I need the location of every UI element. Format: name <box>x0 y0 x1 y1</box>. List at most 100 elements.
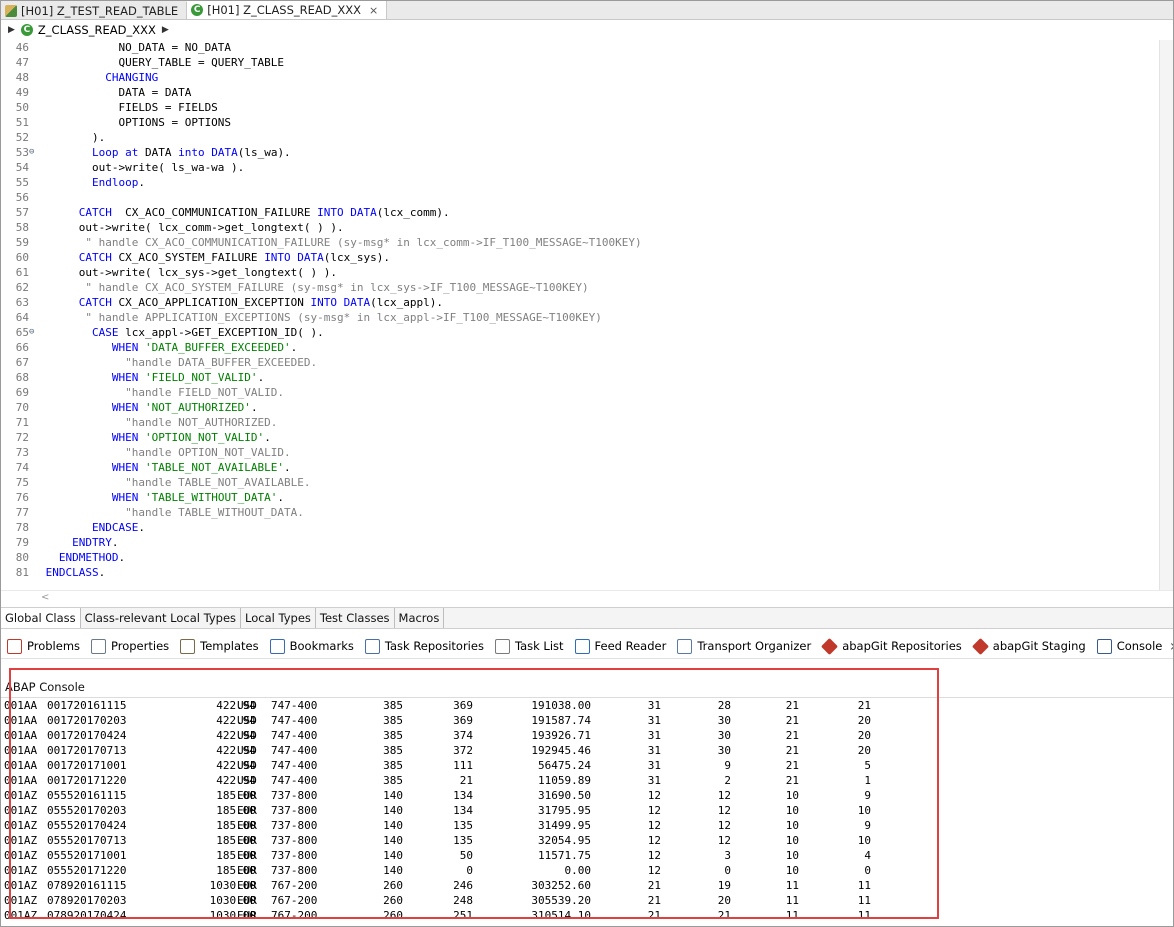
view-tab-task-repositories[interactable]: Task Repositories <box>359 634 489 658</box>
view-tab-properties[interactable]: Properties <box>85 634 174 658</box>
line-number: 57 <box>15 206 29 219</box>
code-line[interactable]: 77 "handle TABLE_WITHOUT_DATA. <box>1 505 642 520</box>
console-cell: 31 <box>647 744 661 757</box>
code-line[interactable]: 48 CHANGING <box>1 70 642 85</box>
line-number: 54 <box>15 161 29 174</box>
code-line[interactable]: 60 CATCH CX_ACO_SYSTEM_FAILURE INTO DATA… <box>1 250 642 265</box>
code-line[interactable]: 69 "handle FIELD_NOT_VALID. <box>1 385 642 400</box>
console-cell: 10 <box>785 789 799 802</box>
code-line[interactable]: 76 WHEN 'TABLE_WITHOUT_DATA'. <box>1 490 642 505</box>
console-cell: 10 <box>785 864 799 877</box>
code-line[interactable]: 49 DATA = DATA <box>1 85 642 100</box>
code-line[interactable]: 58 out->write( lcx_comm->get_longtext( )… <box>1 220 642 235</box>
console-cell: 50 <box>459 849 473 862</box>
console-cell: 0 <box>724 864 731 877</box>
vertical-scrollbar[interactable] <box>1159 40 1173 590</box>
code-line[interactable]: 80 ENDMETHOD. <box>1 550 642 565</box>
code-line[interactable]: 54 out->write( ls_wa-wa ). <box>1 160 642 175</box>
console-cell: 140 <box>383 849 403 862</box>
fold-gutter <box>29 370 39 385</box>
view-tab-task-list[interactable]: Task List <box>489 634 569 658</box>
view-tab-feed-reader[interactable]: Feed Reader <box>569 634 672 658</box>
code-line[interactable]: 57 CATCH CX_ACO_COMMUNICATION_FAILURE IN… <box>1 205 642 220</box>
close-icon[interactable]: ⨯ <box>369 4 378 17</box>
code-line[interactable]: 56 <box>1 190 642 205</box>
console-cell: 10 <box>785 804 799 817</box>
code-line[interactable]: 66 WHEN 'DATA_BUFFER_EXCEEDED'. <box>1 340 642 355</box>
fold-gutter <box>29 130 39 145</box>
breadcrumb-class-name[interactable]: Z_CLASS_READ_XXX <box>38 23 156 37</box>
code-lines[interactable]: 46 NO_DATA = NO_DATA 47 QUERY_TABLE = QUE… <box>1 40 642 580</box>
code-line[interactable]: 51 OPTIONS = OPTIONS <box>1 115 642 130</box>
tab-class-relevant-local-types[interactable]: Class-relevant Local Types <box>81 608 242 628</box>
console-cell: 21 <box>785 774 799 787</box>
code-line[interactable]: 75 "handle TABLE_NOT_AVAILABLE. <box>1 475 642 490</box>
code-line[interactable]: 67 "handle DATA_BUFFER_EXCEEDED. <box>1 355 642 370</box>
console-cell: 11 <box>785 879 799 892</box>
view-tab-transport-organizer[interactable]: Transport Organizer <box>671 634 816 658</box>
code-line[interactable]: 68 WHEN 'FIELD_NOT_VALID'. <box>1 370 642 385</box>
console-cell: 0 <box>864 864 871 877</box>
line-number: 48 <box>15 71 29 84</box>
view-tab-abapgit-staging[interactable]: abapGit Staging <box>967 634 1091 658</box>
code-line[interactable]: 63 CATCH CX_ACO_APPLICATION_EXCEPTION IN… <box>1 295 642 310</box>
code-line[interactable]: 52 ). <box>1 130 642 145</box>
chevron-right-icon[interactable]: ▶ <box>162 25 169 35</box>
view-tab-problems[interactable]: Problems <box>1 634 85 658</box>
code-token: . <box>284 461 291 474</box>
fold-toggle-icon[interactable]: ⊖ <box>29 325 39 340</box>
line-number: 68 <box>15 371 29 384</box>
templates-icon <box>180 638 196 654</box>
code-line[interactable]: 74 WHEN 'TABLE_NOT_AVAILABLE'. <box>1 460 642 475</box>
code-line[interactable]: 59 " handle CX_ACO_COMMUNICATION_FAILURE… <box>1 235 642 250</box>
code-line[interactable]: 65 ⊖ CASE lcx_appl->GET_EXCEPTION_ID( ). <box>1 325 642 340</box>
abap-console-output[interactable]: 001AA 001720161115 422.94 USD 747-400 385 369 1… <box>1 697 1173 926</box>
tab-global-class[interactable]: Global Class <box>1 608 81 628</box>
code-line[interactable]: 78 ENDCASE. <box>1 520 642 535</box>
code-text: WHEN 'TABLE_WITHOUT_DATA'. <box>39 490 284 505</box>
view-tab-abapgit-repositories[interactable]: abapGit Repositories <box>816 634 967 658</box>
code-line[interactable]: 72 WHEN 'OPTION_NOT_VALID'. <box>1 430 642 445</box>
code-line[interactable]: 55 Endloop. <box>1 175 642 190</box>
code-line[interactable]: 70 WHEN 'NOT_AUTHORIZED'. <box>1 400 642 415</box>
code-line[interactable]: 81 ENDCLASS. <box>1 565 642 580</box>
console-cell: 12 <box>647 864 661 877</box>
code-editor[interactable]: 46 NO_DATA = NO_DATA 47 QUERY_TABLE = QUE… <box>1 40 1159 590</box>
scroll-left-icon[interactable]: < <box>41 592 49 603</box>
view-tab-templates[interactable]: Templates <box>174 634 263 658</box>
code-token: OPTIONS = OPTIONS <box>39 116 232 129</box>
code-line[interactable]: 53 ⊖ Loop at DATA into DATA(ls_wa). <box>1 145 642 160</box>
horizontal-scrollbar[interactable]: < <box>1 590 1173 607</box>
code-line[interactable]: 71 "handle NOT_AUTHORIZED. <box>1 415 642 430</box>
code-line[interactable]: 46 NO_DATA = NO_DATA <box>1 40 642 55</box>
console-cell: 055520171220 <box>47 864 127 877</box>
editor-tab[interactable]: C [H01] Z_CLASS_READ_XXX ⨯ <box>187 1 388 19</box>
code-line[interactable]: 79 ENDTRY. <box>1 535 642 550</box>
code-line[interactable]: 62 " handle CX_ACO_SYSTEM_FAILURE (sy-ms… <box>1 280 642 295</box>
close-icon[interactable]: ⨯ <box>1169 639 1173 653</box>
code-line[interactable]: 47 QUERY_TABLE = QUERY_TABLE <box>1 55 642 70</box>
code-line[interactable]: 61 out->write( lcx_sys->get_longtext( ) … <box>1 265 642 280</box>
console-cell: 303252.60 <box>531 879 591 892</box>
tab-test-classes[interactable]: Test Classes <box>316 608 395 628</box>
console-cell: 001AZ <box>4 819 38 832</box>
console-row: 001AA 001720161115 422.94 USD 747-400 385 369 1… <box>1 698 1173 713</box>
code-token: (lcx_comm). <box>376 206 450 219</box>
view-tab-console[interactable]: Console ⨯ <box>1090 634 1173 658</box>
console-icon <box>1096 638 1112 654</box>
code-token: "handle NOT_AUTHORIZED. <box>39 416 278 429</box>
console-cell: EUR <box>237 864 257 877</box>
view-tab-label: Feed Reader <box>594 639 667 653</box>
tab-macros[interactable]: Macros <box>395 608 445 628</box>
code-line[interactable]: 50 FIELDS = FIELDS <box>1 100 642 115</box>
console-cell: 747-400 <box>271 714 318 727</box>
fold-toggle-icon[interactable]: ⊖ <box>29 145 39 160</box>
code-line[interactable]: 73 "handle OPTION_NOT_VALID. <box>1 445 642 460</box>
chevron-right-icon[interactable]: ▶ <box>8 25 15 35</box>
editor-tab[interactable]: [H01] Z_TEST_READ_TABLE <box>1 2 188 19</box>
code-line[interactable]: 64 " handle APPLICATION_EXCEPTIONS (sy-m… <box>1 310 642 325</box>
view-tab-bookmarks[interactable]: Bookmarks <box>264 634 359 658</box>
tab-local-types[interactable]: Local Types <box>241 608 316 628</box>
